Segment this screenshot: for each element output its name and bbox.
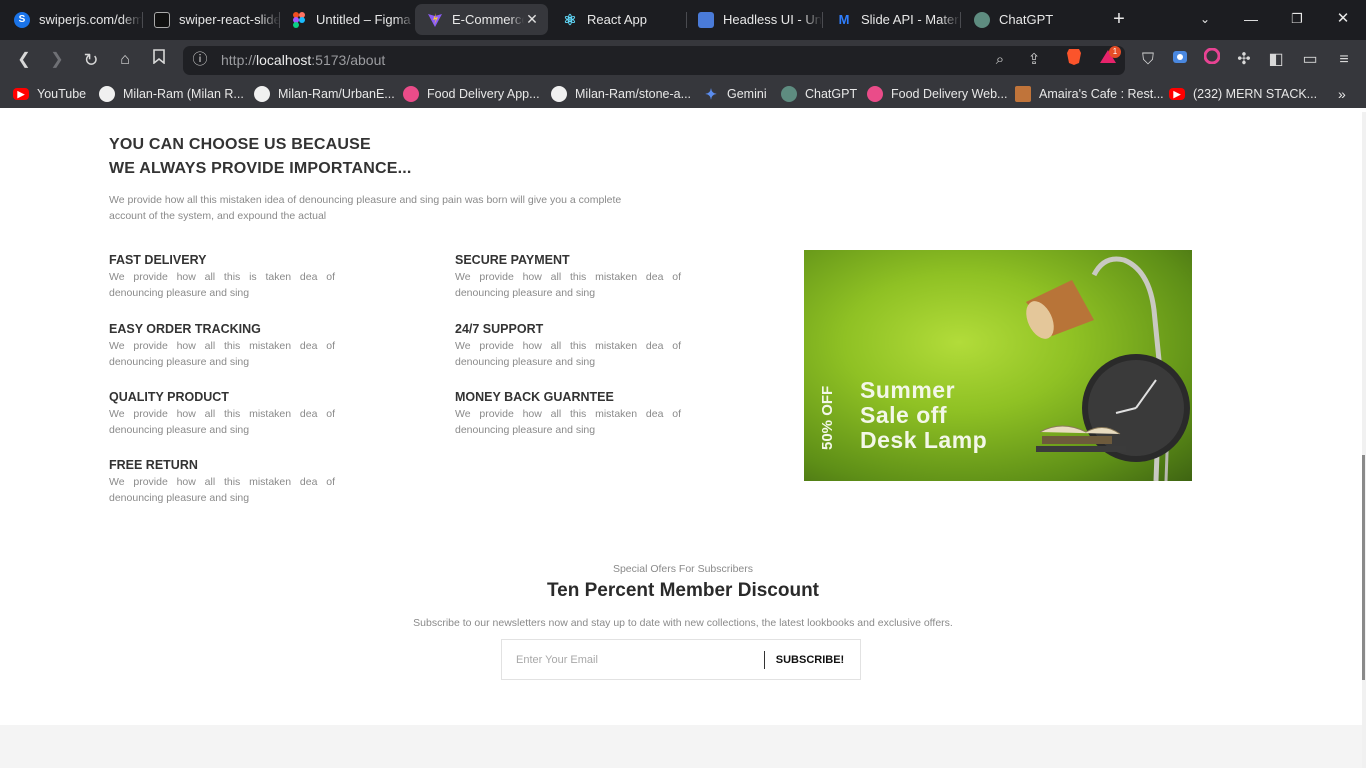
menu-icon[interactable]: ≡	[1332, 48, 1356, 72]
subscribe-kicker: Special Ofers For Subscribers	[612, 563, 754, 575]
back-icon[interactable]: ❮	[12, 48, 36, 72]
reload-icon[interactable]: ↻	[79, 48, 103, 72]
feature-support: 24/7 SUPPORT We provide how all this mis…	[455, 322, 681, 368]
dribbble-icon	[403, 86, 419, 102]
swiper-icon: S	[14, 11, 30, 28]
react-icon: ⚛	[563, 11, 577, 29]
vpn-shield-icon[interactable]: ⛉	[1136, 48, 1160, 72]
promo-discount: 50% OFF	[819, 385, 836, 450]
feature-money-back: MONEY BACK GUARNTEE We provide how all t…	[455, 390, 681, 436]
tab-chatgpt[interactable]: ChatGPT	[962, 4, 1098, 35]
extensions-puzzle-icon[interactable]: ✣	[1232, 48, 1256, 72]
brave-shields-icon[interactable]	[1062, 48, 1086, 72]
brave-rewards-icon[interactable]: 1	[1096, 46, 1121, 72]
form-divider	[764, 651, 765, 669]
bookmark-amairas-cafe[interactable]: Amaira's Cafe : Rest...	[1015, 84, 1164, 104]
extension-icon[interactable]	[1168, 48, 1192, 72]
chatgpt-icon	[974, 11, 990, 28]
tab-mui-slide[interactable]: M Slide API - Material UI	[824, 4, 960, 35]
bookmark-youtube[interactable]: ▶ YouTube	[13, 84, 86, 104]
bookmark-chatgpt[interactable]: ChatGPT	[781, 84, 857, 104]
subscribe-description: Subscribe to our newsletters now and sta…	[413, 617, 953, 629]
zoom-icon[interactable]: ⌕	[988, 48, 1012, 72]
chatgpt-icon	[781, 86, 797, 102]
tab-figma[interactable]: Untitled – Figma	[279, 4, 415, 35]
code-icon	[154, 11, 170, 28]
sidebar-icon[interactable]: ◧	[1264, 48, 1288, 72]
bookmark-icon[interactable]	[147, 48, 171, 72]
color-picker-icon[interactable]	[1200, 47, 1224, 72]
youtube-icon: ▶	[1169, 88, 1185, 100]
bookmark-github-milan-ram[interactable]: Milan-Ram (Milan R...	[99, 84, 244, 104]
subscribe-button[interactable]: SUBSCRIBE!	[770, 648, 850, 672]
share-icon[interactable]: ⇪	[1022, 48, 1046, 72]
github-icon	[99, 86, 115, 102]
subscribe-form: SUBSCRIBE!	[501, 639, 861, 680]
close-window-button[interactable]: ✕	[1328, 6, 1358, 32]
feature-quality-product: QUALITY PRODUCT We provide how all this …	[109, 390, 335, 436]
tab-react-app[interactable]: ⚛ React App	[550, 4, 686, 35]
tab-ecommerce[interactable]: E-Commerce ✕	[415, 4, 548, 35]
new-tab-button[interactable]: +	[1108, 8, 1130, 30]
bookmark-food-delivery-app[interactable]: Food Delivery App...	[403, 84, 540, 104]
footer-band	[0, 725, 1362, 768]
promo-title: Summer Sale off Desk Lamp	[860, 377, 988, 453]
about-heading: YOU CAN CHOOSE US BECAUSE WE ALWAYS PROV…	[109, 136, 412, 177]
promo-banner[interactable]: Summer Sale off Desk Lamp 50% OFF	[804, 250, 1192, 481]
bookmark-github-stone[interactable]: Milan-Ram/stone-a...	[551, 84, 691, 104]
subscribe-title: Ten Percent Member Discount	[546, 580, 820, 601]
feature-free-return: FREE RETURN We provide how all this mist…	[109, 458, 335, 504]
bookmark-food-delivery-web[interactable]: Food Delivery Web...	[867, 84, 1007, 104]
rewards-badge: 1	[1109, 46, 1121, 58]
gemini-icon: ✦	[705, 85, 717, 102]
headlessui-icon	[698, 11, 714, 28]
tab-headless-ui[interactable]: Headless UI - Unstyled	[686, 4, 822, 35]
bookmark-gemini[interactable]: ✦ Gemini	[703, 84, 766, 104]
scrollbar-thumb[interactable]	[1362, 455, 1365, 680]
site-info-icon[interactable]: ⓘ	[188, 48, 212, 72]
forward-icon[interactable]: ❯	[45, 48, 69, 72]
github-icon	[254, 86, 270, 102]
minimize-button[interactable]: —	[1236, 6, 1266, 32]
tab-search-icon[interactable]: ⌄	[1190, 6, 1220, 32]
youtube-icon: ▶	[13, 88, 29, 100]
feature-secure-payment: SECURE PAYMENT We provide how all this m…	[455, 253, 681, 299]
feature-fast-delivery: FAST DELIVERY We provide how all this is…	[109, 253, 335, 299]
restore-button[interactable]: ❐	[1282, 6, 1312, 32]
tab-swiper-react-slider[interactable]: swiper-react-slider	[142, 4, 280, 35]
more-bookmarks-icon[interactable]: »	[1338, 84, 1346, 104]
cafe-icon	[1015, 86, 1031, 102]
mui-icon: M	[838, 12, 850, 27]
github-icon	[551, 86, 567, 102]
home-icon[interactable]: ⌂	[113, 48, 137, 72]
wallet-icon[interactable]: ▭	[1298, 48, 1322, 72]
email-input[interactable]	[516, 651, 756, 669]
dribbble-icon	[867, 86, 883, 102]
feature-easy-order-tracking: EASY ORDER TRACKING We provide how all t…	[109, 322, 335, 368]
bookmark-mern-stack[interactable]: ▶ (232) MERN STACK...	[1169, 84, 1317, 104]
close-tab-icon[interactable]: ✕	[524, 11, 540, 28]
tab-swiperjs[interactable]: S swiperjs.com/demos	[2, 4, 142, 35]
figma-icon	[291, 11, 307, 28]
bookmark-github-urban[interactable]: Milan-Ram/UrbanE...	[254, 84, 395, 104]
vite-icon	[427, 12, 443, 28]
about-intro: We provide how all this mistaken idea of…	[109, 194, 622, 222]
url-text[interactable]: http://localhost:5173/about	[221, 52, 385, 68]
